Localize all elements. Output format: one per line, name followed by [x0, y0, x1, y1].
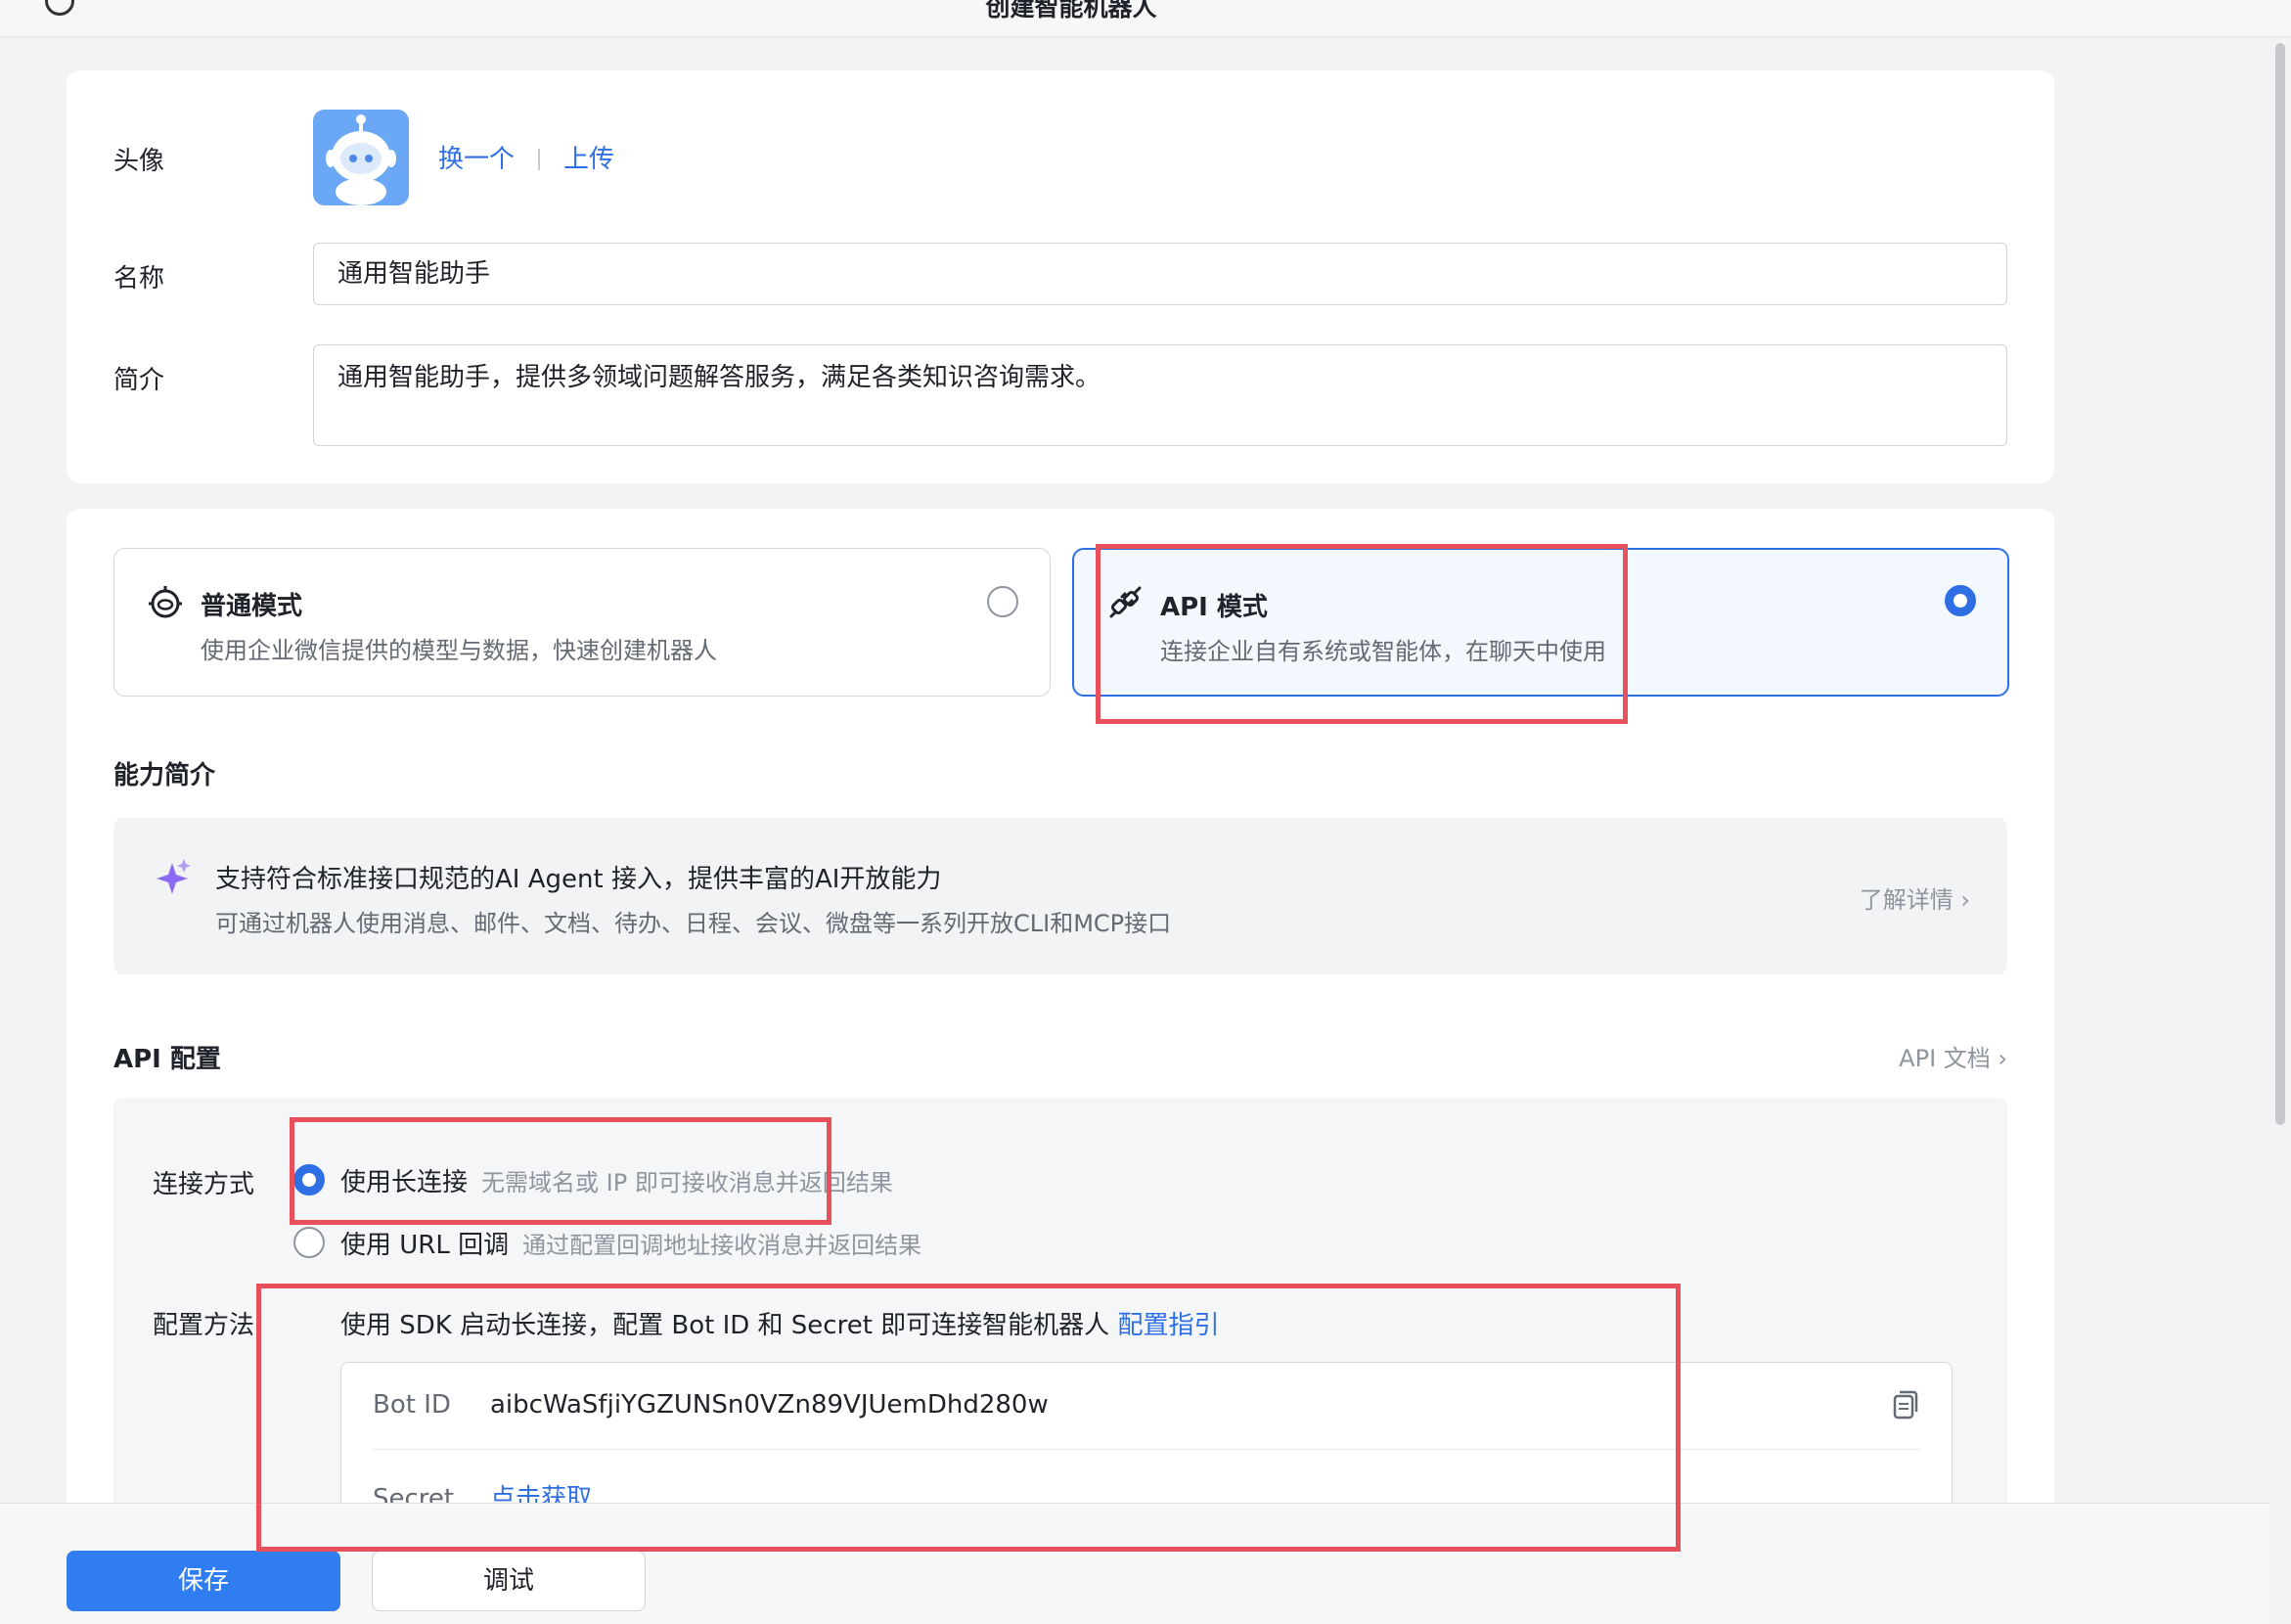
connection-method-label: 连接方式: [153, 1170, 255, 1199]
url-callback-radio[interactable]: [293, 1227, 325, 1258]
description-label: 简介: [113, 366, 165, 395]
url-callback-hint: 通过配置回调地址接收消息并返回结果: [522, 1232, 922, 1259]
window-titlebar: 创建智能机器人 ···: [0, 0, 2291, 37]
highlight-box-config: [256, 1284, 1681, 1552]
link-divider: [538, 149, 541, 170]
more-icon[interactable]: ···: [2230, 0, 2268, 18]
url-callback-label: 使用 URL 回调: [340, 1231, 510, 1260]
highlight-box-long-connection: [290, 1117, 831, 1225]
robot-icon: [313, 110, 409, 205]
save-button[interactable]: 保存: [67, 1551, 340, 1611]
avatar-label: 头像: [113, 147, 165, 176]
robot-outline-icon: [149, 586, 182, 618]
normal-mode-option[interactable]: 普通模式 使用企业微信提供的模型与数据，快速创建机器人: [113, 548, 1051, 697]
debug-button[interactable]: 调试: [372, 1551, 646, 1611]
name-input[interactable]: 通用智能助手: [313, 243, 2007, 305]
api-doc-link[interactable]: API 文档 ›: [1899, 1039, 2007, 1073]
avatar-upload-link[interactable]: 上传: [563, 145, 614, 174]
api-config-section-title: API 配置: [113, 1045, 221, 1074]
copy-icon[interactable]: [1893, 1390, 1918, 1420]
normal-mode-radio[interactable]: [987, 586, 1018, 617]
description-textarea[interactable]: 通用智能助手，提供多领域问题解答服务，满足各类知识咨询需求。: [313, 344, 2007, 446]
ability-title: 支持符合标准接口规范的AI Agent 接入，提供丰富的AI开放能力: [215, 865, 942, 894]
url-callback-option[interactable]: 使用 URL 回调 通过配置回调地址接收消息并返回结果: [293, 1225, 922, 1261]
ability-section-title: 能力简介: [113, 761, 216, 790]
sparkle-icon: [157, 859, 191, 894]
ability-desc: 可通过机器人使用消息、邮件、文档、待办、日程、会议、微盘等一系列开放CLI和MC…: [215, 910, 1172, 937]
normal-mode-title: 普通模式: [201, 592, 303, 621]
config-method-label: 配置方法: [153, 1311, 255, 1340]
window-title: 创建智能机器人: [985, 0, 1157, 22]
basic-info-card: 头像 换一个 上传 名称 通用智能助手 简介 通用智能助手，提供多领域问题解答服务…: [67, 70, 2054, 483]
ability-more-link[interactable]: 了解详情 ›: [1860, 880, 1970, 915]
robot-avatar[interactable]: [313, 110, 409, 205]
api-mode-radio[interactable]: [1945, 585, 1976, 616]
normal-mode-desc: 使用企业微信提供的模型与数据，快速创建机器人: [201, 637, 717, 664]
name-label: 名称: [113, 264, 165, 293]
ability-info-box: 支持符合标准接口规范的AI Agent 接入，提供丰富的AI开放能力 可通过机器…: [113, 818, 2007, 974]
avatar-change-link[interactable]: 换一个: [438, 145, 515, 174]
highlight-box-api-mode: [1096, 544, 1628, 724]
scrollbar[interactable]: [2275, 43, 2285, 1125]
avatar-actions: 换一个 上传: [438, 139, 614, 175]
